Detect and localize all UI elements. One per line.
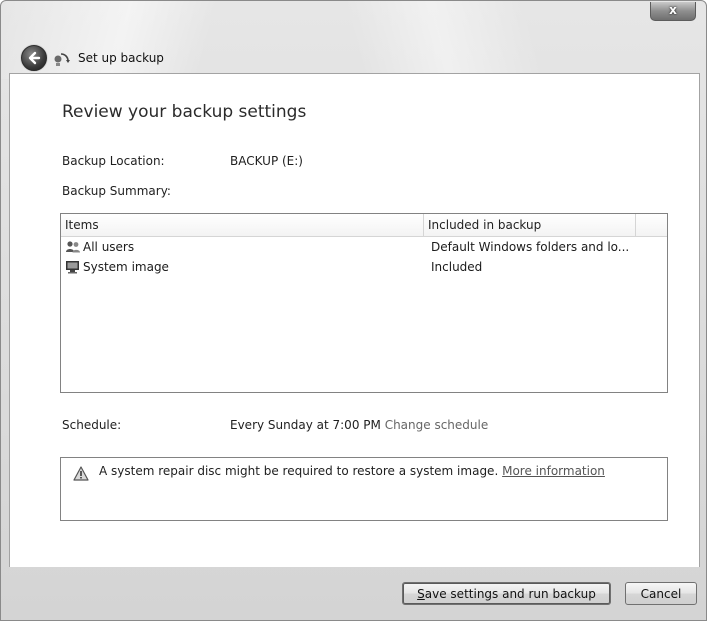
backup-window: x Set up backup Review your backup setti… — [0, 0, 707, 621]
cancel-button[interactable]: Cancel — [625, 582, 697, 605]
save-and-run-backup-button[interactable]: Save settings and run backup — [402, 582, 611, 605]
column-header-filler — [636, 214, 667, 236]
window-title: Set up backup — [78, 51, 164, 65]
list-row-system-image[interactable]: System image Included — [61, 258, 667, 278]
warning-text: A system repair disc might be required t… — [99, 464, 499, 478]
row-included-value: Included — [431, 260, 483, 274]
warning-icon — [73, 466, 89, 481]
system-image-icon — [66, 261, 79, 274]
schedule-row: Every Sunday at 7:00 PM Change schedule — [230, 418, 488, 432]
column-header-included[interactable]: Included in backup — [424, 214, 636, 236]
more-information-link[interactable]: More information — [502, 464, 605, 478]
backup-location-value: BACKUP (E:) — [230, 154, 303, 168]
content-panel: Review your backup settings Backup Locat… — [9, 73, 700, 567]
warning-box: A system repair disc might be required t… — [60, 457, 668, 521]
back-arrow-icon — [28, 51, 41, 65]
users-icon — [66, 241, 80, 253]
list-header: Items Included in backup — [61, 214, 667, 237]
page-heading: Review your backup settings — [62, 102, 307, 122]
save-and-run-label: ave settings and run backup — [424, 587, 596, 601]
change-schedule-link[interactable]: Change schedule — [385, 418, 489, 432]
row-included-value: Default Windows folders and lo... — [431, 240, 630, 254]
list-row-all-users[interactable]: All users Default Windows folders and lo… — [61, 238, 667, 258]
column-header-items[interactable]: Items — [61, 214, 424, 236]
close-button[interactable]: x — [650, 2, 696, 21]
backup-location-label: Backup Location: — [62, 154, 165, 168]
schedule-label: Schedule: — [62, 418, 122, 432]
backup-summary-label: Backup Summary: — [62, 184, 171, 198]
back-button[interactable] — [21, 45, 47, 71]
row-item-label: System image — [83, 260, 169, 274]
accelerator-key: S — [417, 587, 425, 601]
navigation-bar: Set up backup — [1, 39, 706, 73]
schedule-value: Every Sunday at 7:00 PM — [230, 418, 381, 432]
footer-bar: Save settings and run backup Cancel — [9, 567, 698, 620]
backup-summary-list[interactable]: Items Included in backup All users Defau… — [60, 213, 668, 393]
row-item-label: All users — [83, 240, 135, 254]
warning-message: A system repair disc might be required t… — [99, 464, 605, 478]
backup-app-icon — [54, 53, 70, 66]
